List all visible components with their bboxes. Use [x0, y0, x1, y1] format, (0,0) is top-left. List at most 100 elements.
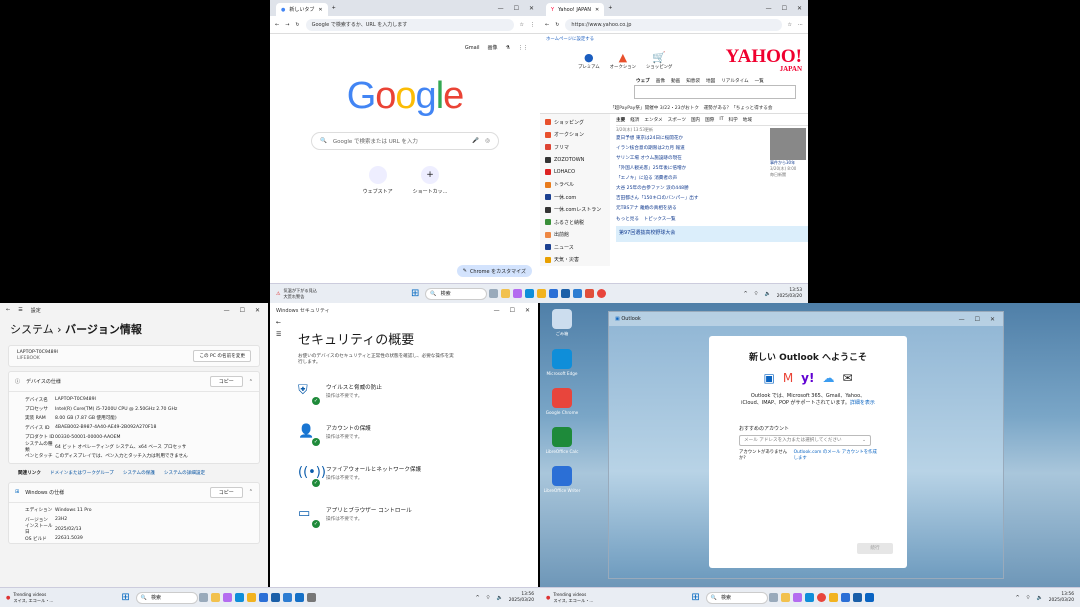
edge-icon[interactable]: [524, 289, 534, 298]
news-tab[interactable]: IT: [719, 117, 723, 122]
security-icon[interactable]: [295, 593, 305, 602]
desktop-shortcut[interactable]: ごみ箱: [542, 309, 582, 337]
minimize-icon[interactable]: —: [224, 307, 230, 314]
news-widget[interactable]: Trending videos スイス, エコール・...: [13, 592, 53, 602]
service-link[interactable]: 一休.comレストラン: [545, 204, 610, 217]
service-link[interactable]: ショッピング: [545, 116, 610, 129]
widgets-icon[interactable]: [769, 593, 779, 602]
premium-link[interactable]: ● プレミアム: [578, 51, 600, 70]
desktop-shortcut[interactable]: LibreOffice Writer: [542, 466, 582, 493]
tab-yahoo[interactable]: Y Yahoo! JAPAN ✕: [546, 3, 605, 16]
tray-chevron-icon[interactable]: ^: [744, 291, 748, 297]
news-tab[interactable]: 国内: [691, 117, 700, 123]
customize-button[interactable]: ✎ Chrome をカスタマイズ: [456, 265, 532, 277]
news-photo-card[interactable]: 事件から30年 3/20(木) 8:00 毎日新聞: [770, 126, 808, 222]
mail-icon[interactable]: [853, 593, 863, 602]
search-tab[interactable]: リアルタイム: [721, 78, 748, 84]
taskbar-search[interactable]: 🔍 検索: [705, 591, 768, 604]
wifi-icon[interactable]: ⌔: [754, 291, 759, 297]
service-link[interactable]: 出前館: [545, 229, 610, 242]
star-icon[interactable]: ☆: [520, 22, 524, 28]
search-tab[interactable]: 知恵袋: [686, 78, 700, 84]
news-widget[interactable]: Trending videos スイス, エコール・...: [553, 592, 593, 602]
folder-icon[interactable]: [247, 593, 257, 602]
headline-item[interactable]: イラン核合意の期限は2カ月 報道: [616, 145, 770, 155]
menu-icon[interactable]: ☰: [18, 307, 22, 313]
headline-item[interactable]: 「外国人観光客」25年後に倍増か: [616, 165, 770, 175]
maximize-icon[interactable]: ☐: [782, 5, 787, 12]
speaker-icon[interactable]: 🔈: [496, 595, 502, 601]
desktop-shortcut[interactable]: Google Chrome: [542, 388, 582, 415]
search-tab[interactable]: 動画: [671, 78, 680, 84]
tab-new[interactable]: ● 新しいタブ ✕: [276, 3, 328, 16]
security-item[interactable]: ▭ ✓ アプリとブラウザー コントロール 操作は不要です。: [298, 506, 458, 547]
security-item[interactable]: ⛨ ✓ ウイルスと脅威の防止 操作は不要です。: [298, 383, 458, 424]
menu-icon[interactable]: ⋯: [798, 22, 803, 28]
tray-chevron-icon[interactable]: ^: [476, 595, 480, 601]
reload-icon[interactable]: ↻: [295, 22, 299, 28]
news-tab[interactable]: 国際: [705, 117, 714, 123]
copy-button[interactable]: コピー: [209, 376, 243, 387]
back-icon[interactable]: ←: [275, 22, 279, 28]
new-tab-icon[interactable]: +: [332, 5, 336, 11]
mail-icon[interactable]: [271, 593, 281, 602]
taskbar-search[interactable]: 🔍 検索: [425, 287, 488, 300]
desktop-shortcut[interactable]: LibreOffice Calc: [542, 427, 582, 454]
copilot-icon[interactable]: [512, 289, 522, 298]
apps-icon[interactable]: ⋮⋮: [518, 45, 528, 51]
settings-icon[interactable]: [307, 593, 317, 602]
maximize-icon[interactable]: ☐: [510, 307, 515, 314]
favorites-icon[interactable]: ☆: [788, 22, 792, 28]
start-icon[interactable]: ⊞: [121, 592, 129, 603]
search-tab[interactable]: 一覧: [755, 78, 764, 84]
system-protection-link[interactable]: システムの保護: [123, 470, 155, 476]
search-box[interactable]: 🔍 Google で検索または URL を入力 🎤 ◎: [311, 132, 499, 150]
mail-icon[interactable]: [560, 289, 570, 298]
shortcut-add[interactable]: + ショートカッ...: [413, 166, 447, 195]
security-item[interactable]: 👤 ✓ アカウントの保護 操作は不要です。: [298, 424, 458, 465]
close-window-icon[interactable]: ✕: [797, 5, 802, 12]
maximize-icon[interactable]: ☐: [514, 5, 519, 12]
close-window-icon[interactable]: ✕: [255, 307, 260, 314]
lens-icon[interactable]: ◎: [485, 138, 490, 144]
news-tab[interactable]: 地域: [743, 117, 752, 123]
back-icon[interactable]: ←: [276, 317, 288, 329]
tray-chevron-icon[interactable]: ^: [1016, 595, 1020, 601]
speaker-icon[interactable]: 🔈: [1036, 595, 1042, 601]
banner[interactable]: 第97回選抜高校野球大会: [616, 226, 808, 242]
chevron-up-icon[interactable]: ⌃: [249, 379, 253, 385]
next-button[interactable]: 続行: [857, 543, 893, 554]
advanced-settings-link[interactable]: システムの詳細設定: [164, 470, 205, 476]
homepage-link[interactable]: ホームページに設定する: [540, 34, 808, 44]
service-link[interactable]: ZOZOTOWN: [545, 154, 610, 167]
clock[interactable]: 13:56 2025/03/20: [1049, 592, 1074, 603]
outlook-icon[interactable]: [865, 593, 875, 602]
service-link[interactable]: オークション: [545, 129, 610, 142]
service-link[interactable]: ふるさと納税: [545, 216, 610, 229]
service-link[interactable]: LOHACO: [545, 166, 610, 179]
minimize-icon[interactable]: —: [959, 316, 965, 323]
service-link[interactable]: ニュース: [545, 241, 610, 254]
headline-item[interactable]: 「エノキ」に迫る 消費者の声: [616, 175, 770, 185]
service-link[interactable]: 天気・災害: [545, 254, 610, 267]
forward-icon[interactable]: →: [285, 22, 289, 28]
news-tab[interactable]: エンタメ: [644, 117, 662, 123]
copilot-icon[interactable]: [223, 593, 233, 602]
speaker-icon[interactable]: 🔈: [764, 291, 770, 297]
photos-icon[interactable]: [584, 289, 594, 298]
chrome-icon[interactable]: [817, 593, 827, 602]
file-explorer-icon[interactable]: [500, 289, 510, 298]
close-icon[interactable]: ✕: [318, 7, 322, 13]
shortcut-webstore[interactable]: ウェブストア: [363, 166, 393, 195]
edge-icon[interactable]: [235, 593, 245, 602]
rename-pc-button[interactable]: この PC の名前を変更: [193, 350, 251, 362]
menu-icon[interactable]: ⋮: [530, 22, 535, 28]
back-icon[interactable]: ←: [545, 22, 549, 28]
shopping-link[interactable]: 🛒 ショッピング: [646, 51, 672, 70]
minimize-icon[interactable]: —: [498, 5, 504, 12]
labs-icon[interactable]: ⚗: [506, 45, 510, 51]
close-window-icon[interactable]: ✕: [529, 5, 534, 12]
reload-icon[interactable]: ↻: [555, 22, 559, 28]
service-link[interactable]: フリマ: [545, 141, 610, 154]
close-icon[interactable]: ✕: [595, 7, 599, 13]
